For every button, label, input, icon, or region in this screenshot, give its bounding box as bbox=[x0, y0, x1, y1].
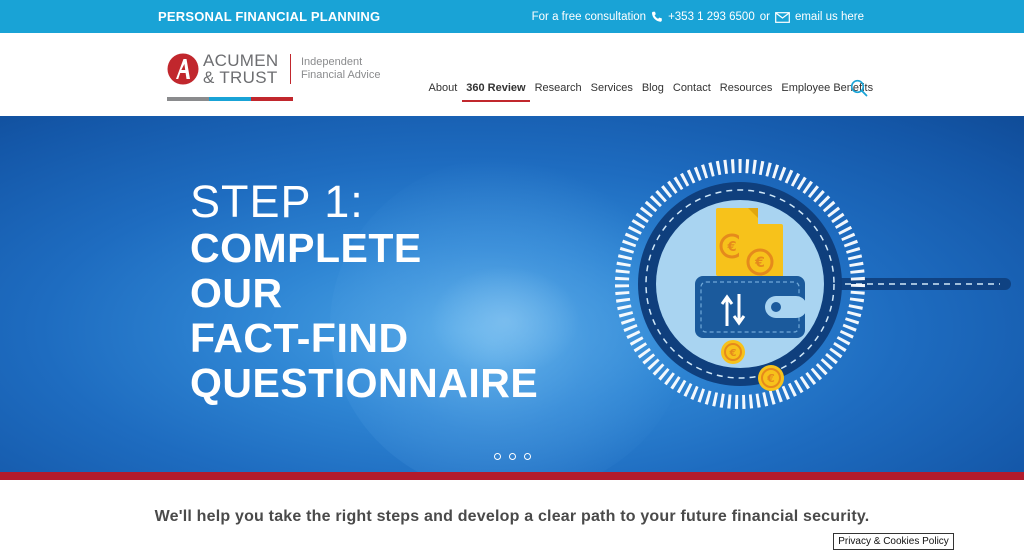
phone-icon bbox=[652, 11, 662, 22]
nav-research[interactable]: Research bbox=[530, 82, 586, 102]
logo-tagline-line2: Financial Advice bbox=[301, 69, 381, 81]
logo-mark-icon bbox=[167, 53, 199, 85]
privacy-cookies-button[interactable]: Privacy & Cookies Policy bbox=[833, 533, 954, 550]
svg-text:€: € bbox=[726, 240, 736, 255]
slider-dot[interactable] bbox=[494, 453, 501, 460]
logo-brand-line1: ACUMEN bbox=[203, 51, 279, 70]
search-icon[interactable] bbox=[850, 79, 868, 97]
nav-blog[interactable]: Blog bbox=[637, 82, 668, 102]
svg-text:€: € bbox=[766, 372, 775, 385]
site-header: ACUMEN & TRUST Independent Financial Adv… bbox=[0, 33, 1024, 116]
or-text: or bbox=[759, 11, 770, 23]
nav-360-review[interactable]: 360 Review bbox=[461, 82, 531, 102]
hero-headline-line: COMPLETE bbox=[190, 225, 422, 271]
main-nav: About 360 Review Research Services Blog … bbox=[424, 82, 878, 102]
nav-contact[interactable]: Contact bbox=[668, 82, 715, 102]
consultation-text: For a free consultation bbox=[531, 11, 647, 23]
email-link[interactable]: email us here bbox=[795, 11, 864, 23]
logo-tagline: Independent Financial Advice bbox=[301, 56, 381, 82]
contact-info: For a free consultation +353 1 293 6500 … bbox=[532, 11, 864, 23]
slider-dot[interactable] bbox=[524, 453, 531, 460]
nav-services[interactable]: Services bbox=[586, 82, 637, 102]
nav-about[interactable]: About bbox=[424, 82, 462, 102]
slider-dot[interactable] bbox=[509, 453, 516, 460]
logo-color-bars bbox=[167, 97, 293, 101]
email-icon bbox=[775, 11, 790, 23]
main-tagline: We'll help you take the right steps and … bbox=[154, 508, 870, 525]
hero-step-label: STEP 1: bbox=[190, 176, 364, 227]
phone-link[interactable]: +353 1 293 6500 bbox=[668, 11, 755, 23]
logo-divider bbox=[290, 54, 291, 84]
svg-text:€: € bbox=[754, 255, 765, 271]
top-bar: PERSONAL FINANCIAL PLANNING For a free c… bbox=[0, 0, 1024, 33]
nav-resources[interactable]: Resources bbox=[715, 82, 777, 102]
wallet-illustration-icon: € € € € bbox=[615, 159, 1011, 409]
hero-headline-line: QUESTIONNAIRE bbox=[190, 360, 539, 406]
logo-brand: ACUMEN & TRUST bbox=[203, 52, 278, 86]
slider-dots bbox=[494, 453, 531, 460]
site-logo[interactable]: ACUMEN & TRUST Independent Financial Adv… bbox=[167, 51, 387, 103]
hero-headline-line: FACT-FIND bbox=[190, 315, 409, 361]
hero-headline: COMPLETE OUR FACT-FIND QUESTIONNAIRE bbox=[190, 226, 538, 406]
top-bar-tagline: PERSONAL FINANCIAL PLANNING bbox=[158, 9, 381, 24]
logo-brand-line2: & TRUST bbox=[203, 68, 278, 87]
hero-slider: STEP 1: COMPLETE OUR FACT-FIND QUESTIONN… bbox=[0, 116, 1024, 472]
logo-tagline-line1: Independent bbox=[301, 56, 363, 68]
hero-headline-line: OUR bbox=[190, 270, 283, 316]
hero-bottom-stripe bbox=[0, 472, 1024, 480]
svg-text:€: € bbox=[729, 348, 737, 359]
